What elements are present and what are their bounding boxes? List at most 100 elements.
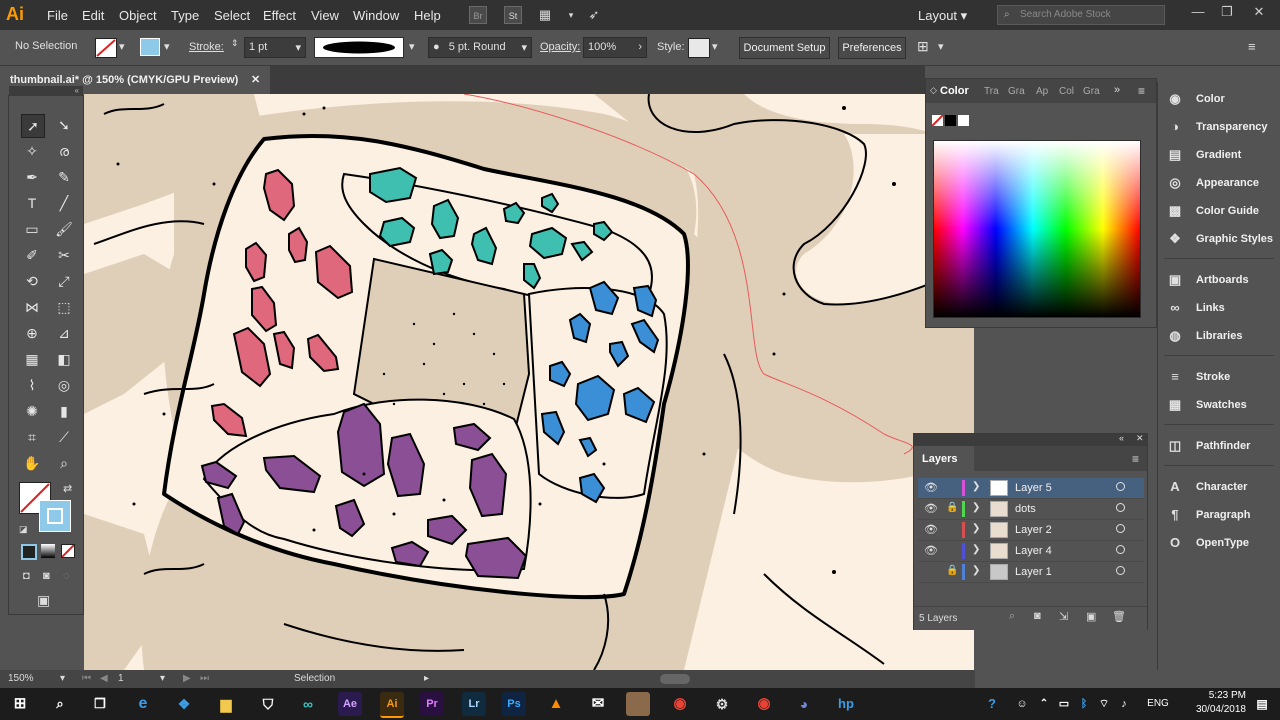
- target-icon[interactable]: [1116, 566, 1125, 575]
- opacity-label[interactable]: Opacity:: [540, 41, 580, 53]
- chevron-down-icon[interactable]: ▾: [562, 6, 580, 24]
- tab-color-guide[interactable]: Col: [1059, 86, 1074, 97]
- eye-icon[interactable]: 👁: [924, 502, 938, 515]
- rectangle-tool-icon[interactable]: ▭: [21, 218, 43, 240]
- stock-search-input[interactable]: ⌕ Search Adobe Stock: [997, 5, 1165, 25]
- fill-swatch[interactable]: [95, 38, 117, 58]
- mail-icon[interactable]: ✉: [586, 692, 610, 716]
- horizontal-scrollbar[interactable]: [660, 674, 690, 684]
- hand-tool-icon[interactable]: ✋: [21, 452, 43, 474]
- panel-menu-icon[interactable]: ≡: [1138, 84, 1145, 98]
- locate-object-icon[interactable]: ⌕: [1009, 610, 1015, 623]
- perspective-grid-tool-icon[interactable]: ⊿: [53, 322, 75, 344]
- eyedropper-tool-icon[interactable]: ⌇: [21, 374, 43, 396]
- dropbox-icon[interactable]: ❖: [172, 692, 196, 716]
- dock-pathfinder[interactable]: ◫ Pathfinder: [1166, 434, 1276, 460]
- chevron-down-icon[interactable]: ▾: [119, 40, 125, 53]
- dock-artboards[interactable]: ▣ Artboards: [1166, 268, 1276, 294]
- new-sublayer-icon[interactable]: ⇲: [1059, 610, 1068, 623]
- symbol-sprayer-tool-icon[interactable]: ✺: [21, 400, 43, 422]
- panel-menu-icon[interactable]: ≡: [1132, 452, 1139, 466]
- chevron-right-icon[interactable]: ❯: [972, 565, 980, 576]
- dock-color[interactable]: ◉ Color: [1166, 87, 1276, 113]
- dock-opentype[interactable]: O OpenType: [1166, 531, 1276, 557]
- rotate-tool-icon[interactable]: ⟲: [21, 270, 43, 292]
- draw-normal-icon[interactable]: ◘: [23, 570, 30, 582]
- dock-transparency[interactable]: ◑ Transparency: [1166, 115, 1276, 141]
- trash-icon[interactable]: 🗑: [1112, 610, 1126, 623]
- edge-icon[interactable]: e: [131, 692, 155, 716]
- tab-appearance[interactable]: Ap: [1036, 86, 1048, 97]
- clipping-mask-icon[interactable]: ◙: [1034, 610, 1041, 622]
- menu-window[interactable]: Window: [353, 8, 399, 23]
- layer-row[interactable]: 👁 🔒 ❯ dots: [918, 499, 1144, 520]
- artboard-tool-icon[interactable]: ⌗: [21, 426, 43, 448]
- previous-artboard-icon[interactable]: ◀: [100, 673, 108, 684]
- draw-behind-icon[interactable]: ◙: [43, 570, 50, 582]
- photoshop-icon[interactable]: Ps: [502, 692, 526, 716]
- close-panel-icon[interactable]: ✕: [1136, 433, 1144, 444]
- chrome-icon[interactable]: ◉: [668, 692, 692, 716]
- collapse-panel-icon[interactable]: «: [9, 86, 83, 96]
- zoom-tool-icon[interactable]: ⌕: [53, 452, 75, 474]
- chevron-down-icon[interactable]: ▾: [160, 673, 165, 684]
- chevron-right-icon[interactable]: ❯: [972, 523, 980, 534]
- none-mode-icon[interactable]: [61, 544, 75, 558]
- chevron-down-icon[interactable]: ▾: [164, 40, 170, 53]
- preferences-button[interactable]: Preferences: [838, 37, 906, 59]
- menu-effect[interactable]: Effect: [263, 8, 296, 23]
- zoom-level[interactable]: 150%: [8, 673, 34, 684]
- none-swatch[interactable]: [931, 114, 944, 127]
- people-icon[interactable]: ☺: [1010, 692, 1034, 716]
- lock-icon[interactable]: 🔒: [946, 502, 958, 513]
- document-setup-button[interactable]: Document Setup: [739, 37, 830, 59]
- target-icon[interactable]: [1116, 503, 1125, 512]
- layer-row[interactable]: 👁 ❯ Layer 4: [918, 541, 1144, 562]
- windows-start-icon[interactable]: ⊞: [8, 692, 32, 716]
- column-graph-tool-icon[interactable]: ▮: [53, 400, 75, 422]
- lightroom-icon[interactable]: Lr: [462, 692, 486, 716]
- language-indicator[interactable]: ENG: [1146, 692, 1170, 716]
- color-mode-icon[interactable]: [21, 544, 37, 560]
- panel-menu-icon[interactable]: ≡: [1248, 39, 1256, 54]
- chevron-down-icon[interactable]: ▾: [409, 40, 415, 53]
- scissors-tool-icon[interactable]: ✂: [53, 244, 75, 266]
- app-logo[interactable]: Ai: [6, 4, 24, 25]
- layer-row[interactable]: 👁 ❯ Layer 2: [918, 520, 1144, 541]
- layer-row[interactable]: 👁 ❯ Layer 5: [918, 478, 1144, 499]
- dock-paragraph[interactable]: ¶ Paragraph: [1166, 503, 1276, 529]
- first-artboard-icon[interactable]: ⏮: [82, 673, 91, 684]
- magic-wand-tool-icon[interactable]: ✧: [21, 140, 43, 162]
- next-artboard-icon[interactable]: ▶: [183, 673, 191, 684]
- dock-gradient[interactable]: ▤ Gradient: [1166, 143, 1276, 169]
- scale-tool-icon[interactable]: ⤢: [53, 270, 75, 292]
- stroke-label[interactable]: Stroke:: [189, 41, 224, 53]
- file-explorer-icon[interactable]: ▆: [214, 692, 238, 716]
- artboard-canvas[interactable]: [84, 94, 974, 670]
- menu-select[interactable]: Select: [214, 8, 250, 23]
- dock-libraries[interactable]: ◍ Libraries: [1166, 324, 1276, 350]
- lasso-tool-icon[interactable]: ര: [53, 140, 75, 162]
- infinity-app-icon[interactable]: ∞: [296, 692, 320, 716]
- new-layer-icon[interactable]: ▣: [1086, 610, 1096, 623]
- task-view-icon[interactable]: ❐: [88, 692, 112, 716]
- black-swatch[interactable]: [945, 115, 956, 126]
- white-swatch[interactable]: [958, 115, 969, 126]
- slice-tool-icon[interactable]: ⟋: [53, 426, 75, 448]
- store-icon[interactable]: ⛉: [256, 692, 280, 716]
- type-tool-icon[interactable]: T: [21, 192, 43, 214]
- dock-swatches[interactable]: ▦ Swatches: [1166, 393, 1276, 419]
- target-icon[interactable]: [1116, 482, 1125, 491]
- last-artboard-icon[interactable]: ⏭: [200, 673, 209, 684]
- gradient-mode-icon[interactable]: [41, 544, 55, 558]
- pen-tool-icon[interactable]: ✒: [21, 166, 43, 188]
- search-icon[interactable]: ⌕: [48, 692, 72, 716]
- shaper-tool-icon[interactable]: ✐: [21, 244, 43, 266]
- artboard-number[interactable]: 1: [118, 673, 124, 684]
- direct-selection-tool-icon[interactable]: ➘: [53, 114, 75, 136]
- variable-width-profile[interactable]: [314, 37, 404, 58]
- layer-row[interactable]: 🔒 ❯ Layer 1: [918, 562, 1144, 583]
- notifications-icon[interactable]: ▤: [1250, 692, 1274, 716]
- tab-layers[interactable]: Layers: [914, 446, 974, 471]
- menu-help[interactable]: Help: [414, 8, 441, 23]
